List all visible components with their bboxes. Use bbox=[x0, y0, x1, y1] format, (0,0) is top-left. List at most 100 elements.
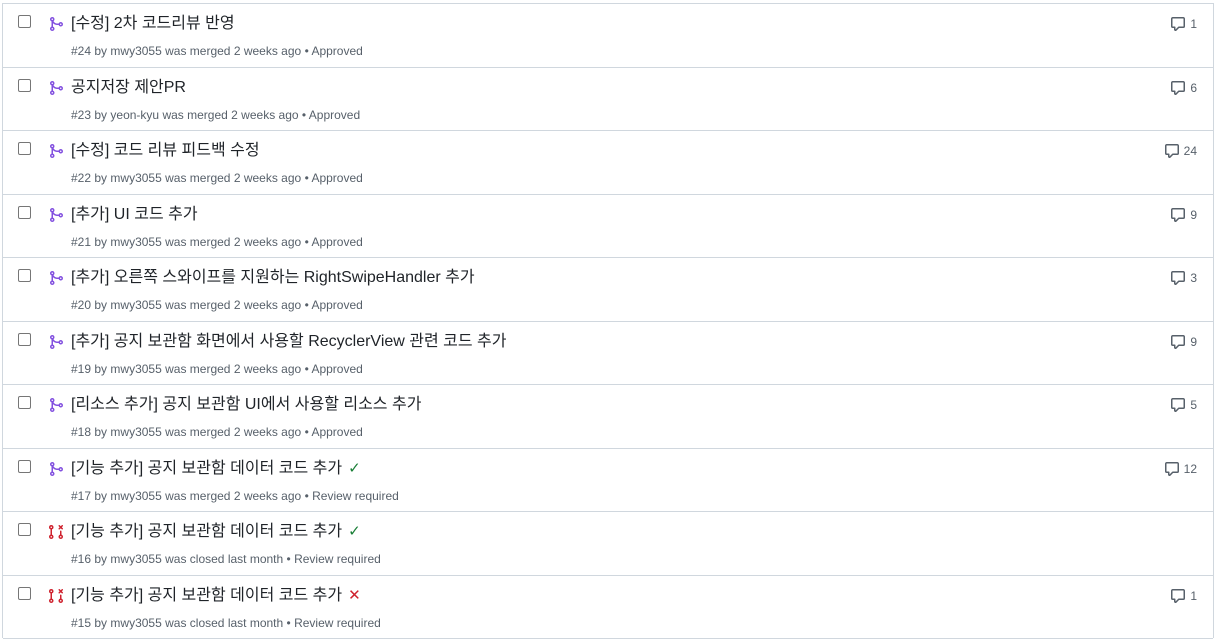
comments-link[interactable]: 24 bbox=[1164, 143, 1197, 159]
comments-link[interactable]: 6 bbox=[1170, 80, 1197, 96]
author-link[interactable]: mwy3055 bbox=[110, 298, 161, 312]
author-link[interactable]: mwy3055 bbox=[110, 489, 161, 503]
select-checkbox[interactable] bbox=[18, 587, 31, 600]
status-text: was merged bbox=[165, 44, 230, 58]
comment-icon bbox=[1170, 207, 1186, 223]
status-text: was merged bbox=[165, 235, 230, 249]
review-status-link[interactable]: Approved bbox=[311, 44, 362, 58]
pull-request-list: [수정] 2차 코드리뷰 반영 #24 by mwy3055 was merge… bbox=[2, 3, 1214, 638]
relative-time: last month bbox=[228, 552, 283, 566]
select-checkbox[interactable] bbox=[18, 79, 31, 92]
check-icon[interactable]: ✓ bbox=[348, 459, 361, 479]
pull-request-title-link[interactable]: [기능 추가] 공지 보관함 데이터 코드 추가 bbox=[71, 587, 342, 604]
comments-link[interactable]: 9 bbox=[1170, 334, 1197, 350]
status-text: was merged bbox=[165, 425, 230, 439]
pull-request-title-line: [수정] 2차 코드리뷰 반영 bbox=[71, 14, 235, 34]
pull-request-number: #18 bbox=[71, 425, 91, 439]
relative-time: 2 weeks ago bbox=[234, 235, 301, 249]
by-label: by bbox=[94, 425, 107, 439]
author-link[interactable]: mwy3055 bbox=[110, 171, 161, 185]
pull-request-title-link[interactable]: [기능 추가] 공지 보관함 데이터 코드 추가 bbox=[71, 523, 342, 540]
author-link[interactable]: yeon-kyu bbox=[110, 108, 159, 122]
pull-request-title-link[interactable]: [수정] 코드 리뷰 피드백 수정 bbox=[71, 142, 260, 159]
separator: • bbox=[305, 425, 309, 439]
pull-request-title-link[interactable]: 공지저장 제안PR bbox=[71, 79, 186, 96]
author-link[interactable]: mwy3055 bbox=[110, 616, 161, 630]
pull-request-meta: #24 by mwy3055 was merged 2 weeks ago • … bbox=[71, 43, 363, 59]
pull-request-row: [기능 추가] 공지 보관함 데이터 코드 추가 ✓ #16 by mwy3055… bbox=[3, 512, 1213, 576]
pull-request-meta: #21 by mwy3055 was merged 2 weeks ago • … bbox=[71, 234, 363, 250]
pull-request-title-link[interactable]: [추가] UI 코드 추가 bbox=[71, 206, 198, 223]
git-merge-icon bbox=[48, 80, 64, 96]
review-status-link[interactable]: Approved bbox=[309, 108, 360, 122]
comments-link[interactable]: 1 bbox=[1170, 16, 1197, 32]
separator: • bbox=[302, 108, 306, 122]
separator: • bbox=[305, 44, 309, 58]
review-status-link[interactable]: Approved bbox=[311, 171, 362, 185]
pull-request-meta: #16 by mwy3055 was closed last month • R… bbox=[71, 551, 381, 567]
review-status-link[interactable]: Approved bbox=[311, 425, 362, 439]
separator: • bbox=[305, 235, 309, 249]
pull-request-title-link[interactable]: [수정] 2차 코드리뷰 반영 bbox=[71, 15, 235, 32]
review-status-link[interactable]: Review required bbox=[294, 552, 381, 566]
status-text: was closed bbox=[165, 552, 224, 566]
review-status-link[interactable]: Review required bbox=[312, 489, 399, 503]
author-link[interactable]: mwy3055 bbox=[110, 44, 161, 58]
comments-link[interactable]: 12 bbox=[1164, 461, 1197, 477]
author-link[interactable]: mwy3055 bbox=[110, 235, 161, 249]
comments-link[interactable]: 9 bbox=[1170, 207, 1197, 223]
author-link[interactable]: mwy3055 bbox=[110, 362, 161, 376]
x-icon[interactable]: ✕ bbox=[348, 586, 361, 606]
git-merge-icon bbox=[48, 461, 64, 477]
pull-request-title-line: [리소스 추가] 공지 보관함 UI에서 사용할 리소스 추가 bbox=[71, 395, 421, 415]
pull-request-title-link[interactable]: [추가] 오른쪽 스와이프를 지원하는 RightSwipeHandler 추가 bbox=[71, 269, 475, 286]
separator: • bbox=[305, 489, 309, 503]
select-checkbox[interactable] bbox=[18, 269, 31, 282]
pull-request-title-line: [수정] 코드 리뷰 피드백 수정 bbox=[71, 141, 260, 161]
pull-request-number: #20 bbox=[71, 298, 91, 312]
relative-time: 2 weeks ago bbox=[234, 425, 301, 439]
status-text: was merged bbox=[165, 489, 230, 503]
git-merge-icon bbox=[48, 270, 64, 286]
comment-icon bbox=[1170, 16, 1186, 32]
review-status-link[interactable]: Approved bbox=[311, 298, 362, 312]
comment-count: 1 bbox=[1190, 16, 1197, 32]
comment-icon bbox=[1170, 397, 1186, 413]
separator: • bbox=[305, 362, 309, 376]
relative-time: 2 weeks ago bbox=[234, 44, 301, 58]
select-checkbox[interactable] bbox=[18, 142, 31, 155]
author-link[interactable]: mwy3055 bbox=[110, 552, 161, 566]
by-label: by bbox=[94, 44, 107, 58]
review-status-link[interactable]: Approved bbox=[311, 235, 362, 249]
pull-request-number: #21 bbox=[71, 235, 91, 249]
author-link[interactable]: mwy3055 bbox=[110, 425, 161, 439]
comments-link[interactable]: 1 bbox=[1170, 588, 1197, 604]
git-merge-icon bbox=[48, 16, 64, 32]
check-icon[interactable]: ✓ bbox=[348, 522, 361, 542]
pull-request-row: [수정] 2차 코드리뷰 반영 #24 by mwy3055 was merge… bbox=[3, 4, 1213, 68]
by-label: by bbox=[94, 298, 107, 312]
comment-icon bbox=[1170, 270, 1186, 286]
by-label: by bbox=[94, 108, 107, 122]
relative-time: last month bbox=[228, 616, 283, 630]
comment-icon bbox=[1170, 80, 1186, 96]
select-checkbox[interactable] bbox=[18, 206, 31, 219]
review-status-link[interactable]: Review required bbox=[294, 616, 381, 630]
pull-request-title-link[interactable]: [기능 추가] 공지 보관함 데이터 코드 추가 bbox=[71, 460, 342, 477]
select-checkbox[interactable] bbox=[18, 460, 31, 473]
select-checkbox[interactable] bbox=[18, 333, 31, 346]
comment-count: 9 bbox=[1190, 334, 1197, 350]
select-checkbox[interactable] bbox=[18, 396, 31, 409]
review-status-link[interactable]: Approved bbox=[311, 362, 362, 376]
pull-request-title-link[interactable]: [추가] 공지 보관함 화면에서 사용할 RecyclerView 관련 코드 … bbox=[71, 333, 506, 350]
pull-request-meta: #18 by mwy3055 was merged 2 weeks ago • … bbox=[71, 424, 363, 440]
pull-request-title-link[interactable]: [리소스 추가] 공지 보관함 UI에서 사용할 리소스 추가 bbox=[71, 396, 421, 413]
relative-time: 2 weeks ago bbox=[234, 489, 301, 503]
select-checkbox[interactable] bbox=[18, 15, 31, 28]
comment-count: 12 bbox=[1184, 461, 1197, 477]
comments-link[interactable]: 5 bbox=[1170, 397, 1197, 413]
status-text: was merged bbox=[165, 298, 230, 312]
comments-link[interactable]: 3 bbox=[1170, 270, 1197, 286]
pull-request-title-line: [기능 추가] 공지 보관함 데이터 코드 추가 ✓ bbox=[71, 459, 361, 479]
select-checkbox[interactable] bbox=[18, 523, 31, 536]
